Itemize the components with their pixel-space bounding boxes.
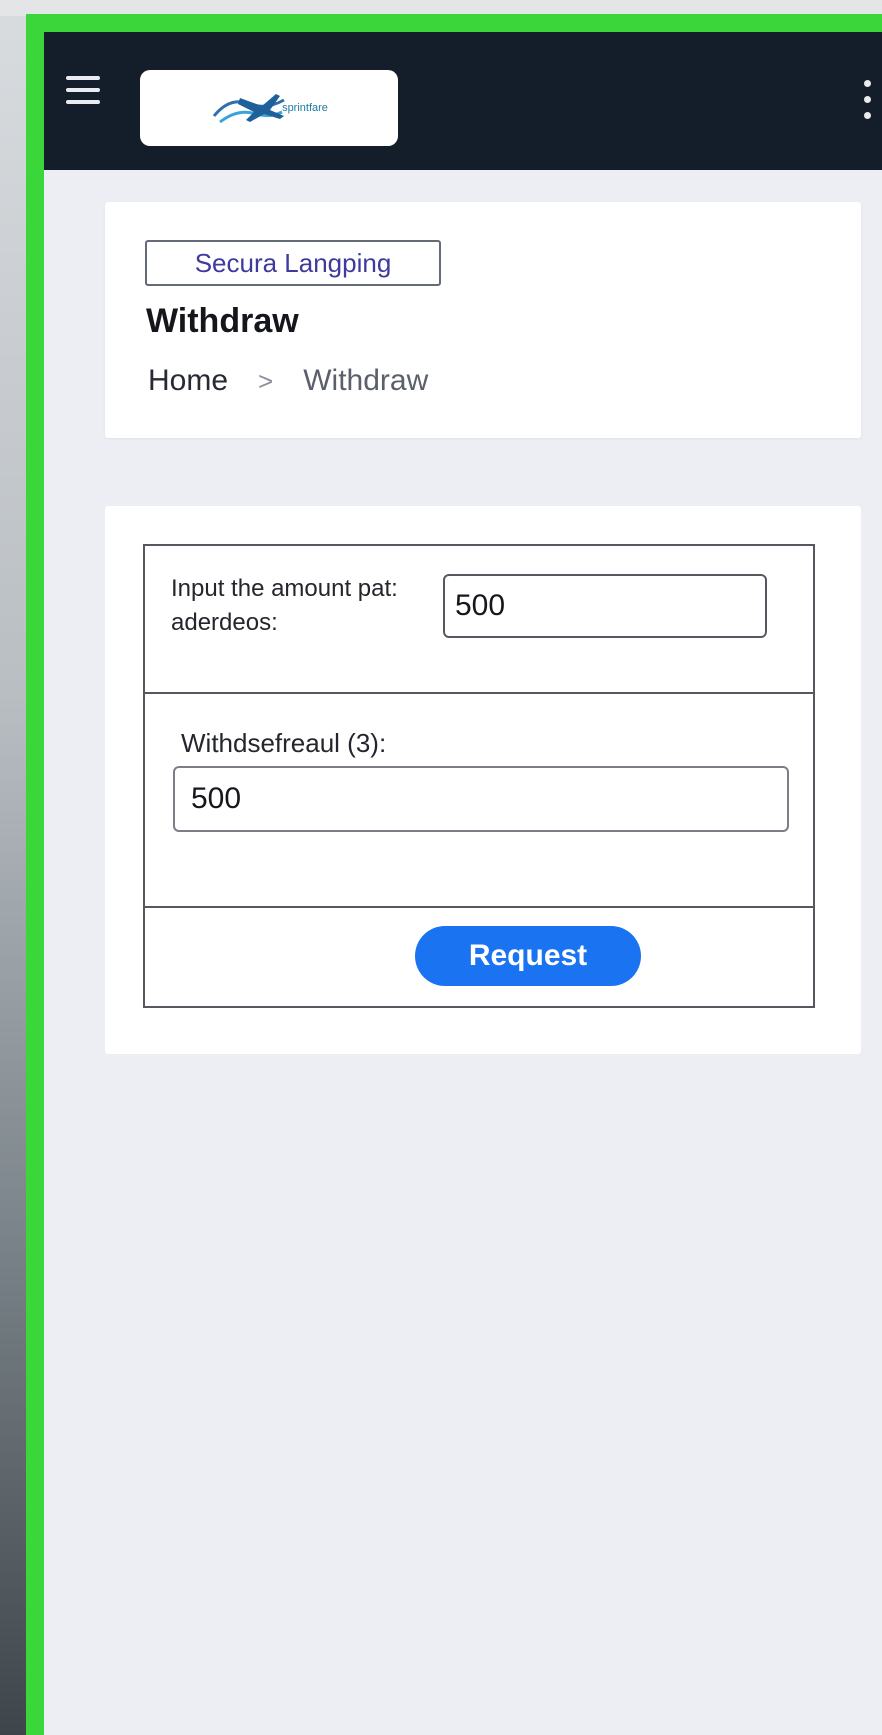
amount-row: Input the amount pat: aderdeos: — [145, 546, 813, 694]
withdraw-form-card: Input the amount pat: aderdeos: Withdsef… — [105, 506, 861, 1054]
request-button[interactable]: Request — [415, 926, 641, 986]
submit-row: Request — [145, 908, 813, 1006]
breadcrumb: Home > Withdraw — [148, 364, 428, 398]
breadcrumb-current: Withdraw — [303, 364, 429, 397]
withdrawal-input[interactable] — [173, 766, 789, 832]
amount-input[interactable] — [443, 574, 767, 638]
logo-text: sprintfare — [282, 102, 328, 114]
app-frame: sprintfare Secura Langping Withdraw Home… — [26, 14, 882, 1735]
withdrawal-row: Withdsefreaul (3): — [145, 694, 813, 908]
hamburger-icon[interactable] — [66, 76, 100, 104]
airplane-logo-icon — [212, 94, 285, 124]
page-header-card: Secura Langping Withdraw Home > Withdraw — [105, 202, 861, 438]
breadcrumb-home-link[interactable]: Home — [148, 364, 228, 398]
withdrawal-label: Withdsefreaul (3): — [181, 728, 387, 758]
chevron-right-icon: > — [258, 365, 274, 396]
amount-label: Input the amount pat: aderdeos: — [171, 575, 398, 636]
page-title: Withdraw — [146, 302, 299, 340]
withdraw-form: Input the amount pat: aderdeos: Withdsef… — [143, 544, 815, 1008]
kebab-icon[interactable] — [860, 80, 874, 120]
top-navbar: sprintfare — [44, 32, 882, 170]
tag-label: Secura Langping — [145, 240, 441, 286]
logo[interactable]: sprintfare — [140, 70, 398, 146]
